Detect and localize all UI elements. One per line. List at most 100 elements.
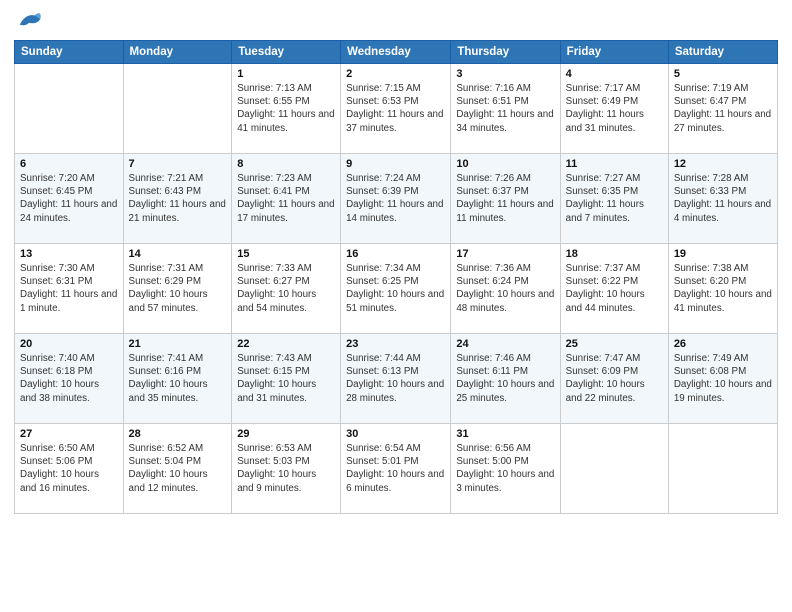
day-detail: Sunrise: 7:23 AMSunset: 6:41 PMDaylight:… bbox=[237, 173, 334, 224]
logo bbox=[14, 10, 44, 34]
calendar-day-cell: 9 Sunrise: 7:24 AMSunset: 6:39 PMDayligh… bbox=[341, 154, 451, 244]
calendar-day-cell bbox=[123, 64, 232, 154]
day-number: 19 bbox=[674, 248, 772, 260]
day-detail: Sunrise: 7:33 AMSunset: 6:27 PMDaylight:… bbox=[237, 263, 316, 314]
calendar-day-cell: 28 Sunrise: 6:52 AMSunset: 5:04 PMDaylig… bbox=[123, 424, 232, 514]
day-number: 21 bbox=[129, 338, 227, 350]
day-number: 5 bbox=[674, 68, 772, 80]
day-number: 27 bbox=[20, 428, 118, 440]
day-number: 1 bbox=[237, 68, 335, 80]
day-number: 26 bbox=[674, 338, 772, 350]
calendar-day-cell: 5 Sunrise: 7:19 AMSunset: 6:47 PMDayligh… bbox=[668, 64, 777, 154]
day-detail: Sunrise: 7:13 AMSunset: 6:55 PMDaylight:… bbox=[237, 83, 334, 134]
calendar-day-cell: 29 Sunrise: 6:53 AMSunset: 5:03 PMDaylig… bbox=[232, 424, 341, 514]
day-detail: Sunrise: 7:30 AMSunset: 6:31 PMDaylight:… bbox=[20, 263, 117, 314]
day-detail: Sunrise: 7:17 AMSunset: 6:49 PMDaylight:… bbox=[566, 83, 644, 134]
header bbox=[14, 10, 778, 34]
day-number: 20 bbox=[20, 338, 118, 350]
day-number: 12 bbox=[674, 158, 772, 170]
calendar-week-row: 27 Sunrise: 6:50 AMSunset: 5:06 PMDaylig… bbox=[15, 424, 778, 514]
calendar-day-cell bbox=[15, 64, 124, 154]
day-detail: Sunrise: 7:36 AMSunset: 6:24 PMDaylight:… bbox=[456, 263, 554, 314]
calendar-day-cell: 30 Sunrise: 6:54 AMSunset: 5:01 PMDaylig… bbox=[341, 424, 451, 514]
day-number: 31 bbox=[456, 428, 554, 440]
calendar-week-row: 13 Sunrise: 7:30 AMSunset: 6:31 PMDaylig… bbox=[15, 244, 778, 334]
calendar-day-cell: 3 Sunrise: 7:16 AMSunset: 6:51 PMDayligh… bbox=[451, 64, 560, 154]
day-number: 24 bbox=[456, 338, 554, 350]
weekday-header: Wednesday bbox=[341, 41, 451, 64]
calendar-day-cell: 17 Sunrise: 7:36 AMSunset: 6:24 PMDaylig… bbox=[451, 244, 560, 334]
calendar-day-cell: 31 Sunrise: 6:56 AMSunset: 5:00 PMDaylig… bbox=[451, 424, 560, 514]
day-detail: Sunrise: 6:53 AMSunset: 5:03 PMDaylight:… bbox=[237, 443, 316, 494]
calendar-day-cell: 16 Sunrise: 7:34 AMSunset: 6:25 PMDaylig… bbox=[341, 244, 451, 334]
day-detail: Sunrise: 7:34 AMSunset: 6:25 PMDaylight:… bbox=[346, 263, 444, 314]
calendar-day-cell: 15 Sunrise: 7:33 AMSunset: 6:27 PMDaylig… bbox=[232, 244, 341, 334]
calendar-day-cell: 1 Sunrise: 7:13 AMSunset: 6:55 PMDayligh… bbox=[232, 64, 341, 154]
day-number: 6 bbox=[20, 158, 118, 170]
calendar-header-row: SundayMondayTuesdayWednesdayThursdayFrid… bbox=[15, 41, 778, 64]
calendar-day-cell bbox=[560, 424, 668, 514]
day-detail: Sunrise: 7:31 AMSunset: 6:29 PMDaylight:… bbox=[129, 263, 208, 314]
calendar-day-cell: 10 Sunrise: 7:26 AMSunset: 6:37 PMDaylig… bbox=[451, 154, 560, 244]
day-detail: Sunrise: 6:50 AMSunset: 5:06 PMDaylight:… bbox=[20, 443, 99, 494]
day-detail: Sunrise: 6:52 AMSunset: 5:04 PMDaylight:… bbox=[129, 443, 208, 494]
calendar-day-cell: 11 Sunrise: 7:27 AMSunset: 6:35 PMDaylig… bbox=[560, 154, 668, 244]
day-detail: Sunrise: 7:46 AMSunset: 6:11 PMDaylight:… bbox=[456, 353, 554, 404]
day-number: 17 bbox=[456, 248, 554, 260]
calendar-week-row: 20 Sunrise: 7:40 AMSunset: 6:18 PMDaylig… bbox=[15, 334, 778, 424]
calendar-day-cell: 12 Sunrise: 7:28 AMSunset: 6:33 PMDaylig… bbox=[668, 154, 777, 244]
calendar-week-row: 1 Sunrise: 7:13 AMSunset: 6:55 PMDayligh… bbox=[15, 64, 778, 154]
day-detail: Sunrise: 7:38 AMSunset: 6:20 PMDaylight:… bbox=[674, 263, 772, 314]
day-number: 8 bbox=[237, 158, 335, 170]
day-detail: Sunrise: 7:44 AMSunset: 6:13 PMDaylight:… bbox=[346, 353, 444, 404]
day-number: 11 bbox=[566, 158, 663, 170]
calendar-day-cell: 26 Sunrise: 7:49 AMSunset: 6:08 PMDaylig… bbox=[668, 334, 777, 424]
day-number: 23 bbox=[346, 338, 445, 350]
day-detail: Sunrise: 7:37 AMSunset: 6:22 PMDaylight:… bbox=[566, 263, 645, 314]
day-number: 9 bbox=[346, 158, 445, 170]
weekday-header: Thursday bbox=[451, 41, 560, 64]
calendar-day-cell: 18 Sunrise: 7:37 AMSunset: 6:22 PMDaylig… bbox=[560, 244, 668, 334]
day-number: 7 bbox=[129, 158, 227, 170]
calendar-day-cell: 6 Sunrise: 7:20 AMSunset: 6:45 PMDayligh… bbox=[15, 154, 124, 244]
calendar-week-row: 6 Sunrise: 7:20 AMSunset: 6:45 PMDayligh… bbox=[15, 154, 778, 244]
day-number: 2 bbox=[346, 68, 445, 80]
day-number: 4 bbox=[566, 68, 663, 80]
calendar-day-cell: 27 Sunrise: 6:50 AMSunset: 5:06 PMDaylig… bbox=[15, 424, 124, 514]
calendar-day-cell: 23 Sunrise: 7:44 AMSunset: 6:13 PMDaylig… bbox=[341, 334, 451, 424]
calendar-day-cell: 22 Sunrise: 7:43 AMSunset: 6:15 PMDaylig… bbox=[232, 334, 341, 424]
day-number: 15 bbox=[237, 248, 335, 260]
day-detail: Sunrise: 6:54 AMSunset: 5:01 PMDaylight:… bbox=[346, 443, 444, 494]
day-number: 18 bbox=[566, 248, 663, 260]
calendar-day-cell bbox=[668, 424, 777, 514]
calendar-day-cell: 24 Sunrise: 7:46 AMSunset: 6:11 PMDaylig… bbox=[451, 334, 560, 424]
day-number: 28 bbox=[129, 428, 227, 440]
calendar-day-cell: 4 Sunrise: 7:17 AMSunset: 6:49 PMDayligh… bbox=[560, 64, 668, 154]
day-detail: Sunrise: 7:43 AMSunset: 6:15 PMDaylight:… bbox=[237, 353, 316, 404]
day-detail: Sunrise: 7:40 AMSunset: 6:18 PMDaylight:… bbox=[20, 353, 99, 404]
day-number: 3 bbox=[456, 68, 554, 80]
day-number: 22 bbox=[237, 338, 335, 350]
calendar-day-cell: 8 Sunrise: 7:23 AMSunset: 6:41 PMDayligh… bbox=[232, 154, 341, 244]
calendar-day-cell: 13 Sunrise: 7:30 AMSunset: 6:31 PMDaylig… bbox=[15, 244, 124, 334]
weekday-header: Monday bbox=[123, 41, 232, 64]
day-detail: Sunrise: 6:56 AMSunset: 5:00 PMDaylight:… bbox=[456, 443, 554, 494]
day-detail: Sunrise: 7:47 AMSunset: 6:09 PMDaylight:… bbox=[566, 353, 645, 404]
day-detail: Sunrise: 7:20 AMSunset: 6:45 PMDaylight:… bbox=[20, 173, 117, 224]
logo-bird-icon bbox=[16, 6, 44, 34]
day-number: 25 bbox=[566, 338, 663, 350]
day-number: 14 bbox=[129, 248, 227, 260]
day-detail: Sunrise: 7:16 AMSunset: 6:51 PMDaylight:… bbox=[456, 83, 553, 134]
day-detail: Sunrise: 7:28 AMSunset: 6:33 PMDaylight:… bbox=[674, 173, 771, 224]
calendar-table: SundayMondayTuesdayWednesdayThursdayFrid… bbox=[14, 40, 778, 514]
day-number: 10 bbox=[456, 158, 554, 170]
weekday-header: Tuesday bbox=[232, 41, 341, 64]
day-detail: Sunrise: 7:21 AMSunset: 6:43 PMDaylight:… bbox=[129, 173, 226, 224]
weekday-header: Friday bbox=[560, 41, 668, 64]
day-detail: Sunrise: 7:15 AMSunset: 6:53 PMDaylight:… bbox=[346, 83, 443, 134]
calendar-day-cell: 25 Sunrise: 7:47 AMSunset: 6:09 PMDaylig… bbox=[560, 334, 668, 424]
calendar-day-cell: 14 Sunrise: 7:31 AMSunset: 6:29 PMDaylig… bbox=[123, 244, 232, 334]
weekday-header: Saturday bbox=[668, 41, 777, 64]
day-detail: Sunrise: 7:27 AMSunset: 6:35 PMDaylight:… bbox=[566, 173, 644, 224]
day-detail: Sunrise: 7:24 AMSunset: 6:39 PMDaylight:… bbox=[346, 173, 443, 224]
